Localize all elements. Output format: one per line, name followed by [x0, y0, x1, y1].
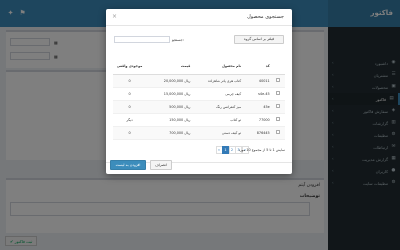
filter-by-group-button[interactable]: فیلتر بر اساس گروه	[234, 35, 284, 44]
table-header-row: موجودی واقعی قیمت نام محصول کد	[113, 58, 285, 75]
cell-code: s4e-45	[243, 87, 272, 101]
row-checkbox[interactable]	[276, 78, 281, 82]
cancel-button[interactable]: انصراف	[150, 160, 172, 170]
cell-stock: 0	[113, 74, 147, 88]
modal-header: × جستجوی محصول	[106, 9, 292, 26]
cell-name: کتاب هری پاتر شاهزاده	[192, 74, 244, 88]
modal-title: جستجوی محصول	[247, 14, 284, 20]
products-table: موجودی واقعی قیمت نام محصول کد 0 ریال 20,…	[113, 58, 285, 140]
add-to-list-button[interactable]: افزودن به لیست	[110, 160, 146, 170]
table-row[interactable]: 0 ریال 20,000,000 کتاب هری پاتر شاهزاده 400…	[113, 74, 285, 88]
cell-stock: 0	[113, 126, 147, 140]
cell-price: ریال 150,000	[146, 113, 193, 127]
price-unit: ریال	[184, 78, 191, 83]
cell-name: کیف چرمی	[192, 87, 244, 101]
price-value: 15,000,000	[163, 91, 184, 96]
column-header-name[interactable]: نام محصول	[192, 58, 244, 75]
price-unit: ریال	[184, 104, 191, 109]
cell-select	[271, 87, 285, 101]
price-value: 20,000,000	[163, 78, 184, 83]
column-header-price[interactable]: قیمت	[146, 58, 193, 75]
table-info: نمایش 1 تا 5 از مجموع 10 مورد	[238, 148, 285, 152]
cell-price: ریال 500,000	[146, 100, 193, 114]
row-checkbox[interactable]	[276, 91, 281, 95]
cell-price: ریال 700,000	[146, 126, 193, 140]
close-icon[interactable]: ×	[112, 13, 117, 20]
price-unit: ریال	[184, 117, 191, 122]
search-input[interactable]	[114, 36, 170, 43]
cell-select	[271, 126, 285, 140]
price-unit: ریال	[184, 91, 191, 96]
cell-code: 876445	[243, 126, 272, 140]
cell-select	[271, 100, 285, 114]
cell-code: 40011	[243, 74, 272, 88]
table-row[interactable]: دیگر ریال 150,000 تو کتاب 77000	[113, 113, 285, 127]
cell-name: میز کنفرانس رنگ	[192, 100, 244, 114]
cell-price: ریال 15,000,000	[146, 87, 193, 101]
cell-code: 45e	[243, 100, 272, 114]
price-value: 700,000	[169, 130, 184, 135]
cell-select	[271, 113, 285, 127]
cell-price: ریال 20,000,000	[146, 74, 193, 88]
column-header-stock[interactable]: موجودی واقعی	[113, 58, 147, 75]
column-header-code[interactable]: کد	[243, 58, 272, 75]
price-value: 500,000	[169, 104, 184, 109]
row-checkbox[interactable]	[276, 130, 281, 134]
table-row[interactable]: 0 ریال 500,000 میز کنفرانس رنگ 45e	[113, 100, 285, 114]
cell-name: تو کیف دستی	[192, 126, 244, 140]
table-body: 0 ریال 20,000,000 کتاب هری پاتر شاهزاده 400…	[113, 74, 285, 140]
row-checkbox[interactable]	[276, 104, 281, 108]
row-checkbox[interactable]	[276, 117, 281, 121]
cell-stock: 0	[113, 87, 147, 101]
cell-code: 77000	[243, 113, 272, 127]
cell-stock: 0	[113, 100, 147, 114]
column-header-select	[271, 58, 285, 75]
cell-stock: دیگر	[113, 113, 147, 127]
cell-select	[271, 74, 285, 88]
price-unit: ریال	[184, 130, 191, 135]
search-label: جستجو:	[172, 38, 184, 42]
table-row[interactable]: 0 ریال 15,000,000 کیف چرمی s4e-45	[113, 87, 285, 101]
cell-name: تو کتاب	[192, 113, 244, 127]
table-row[interactable]: 0 ریال 700,000 تو کیف دستی 876445	[113, 126, 285, 140]
price-value: 150,000	[169, 117, 184, 122]
product-search-modal: × جستجوی محصول فیلتر بر اساس گروه جستجو:…	[106, 9, 292, 174]
